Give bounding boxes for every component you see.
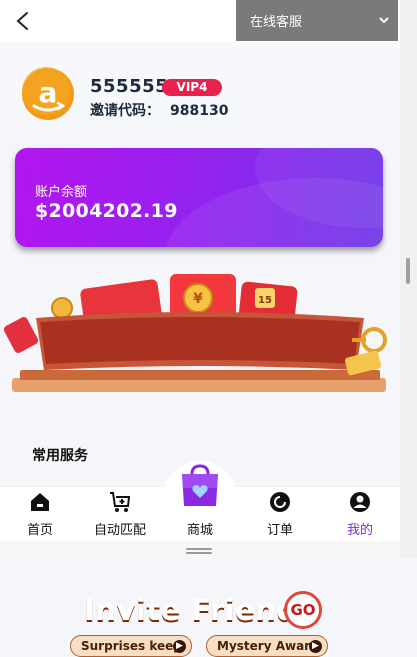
- balance-card[interactable]: 账户余额 $2004202.19: [15, 148, 383, 247]
- mystery-award-label: Mystery Award: [217, 639, 319, 653]
- banner-artwork: ¥ 15: [3, 274, 387, 392]
- tab-orders[interactable]: 订单: [240, 487, 320, 542]
- mystery-award-pill[interactable]: Mystery Award ▶: [206, 635, 328, 657]
- balance-amount: $2004202.19: [35, 200, 178, 222]
- invite-friends-banner[interactable]: ¥ 15 Invite Friends GO Surprises keep ▶ …: [0, 270, 400, 657]
- online-service-label: 在线客服: [250, 15, 303, 30]
- tab-auto-match[interactable]: 自动匹配: [80, 487, 160, 542]
- svg-text:¥: ¥: [193, 291, 203, 307]
- top-bar: 在线客服: [0, 0, 400, 42]
- svg-text:15: 15: [258, 295, 272, 306]
- arrow-right-icon: ▶: [173, 640, 186, 653]
- tab-mine[interactable]: 我的: [320, 487, 400, 542]
- home-indicator: [186, 548, 212, 550]
- online-service-select[interactable]: 在线客服: [236, 0, 398, 41]
- home-icon: [31, 493, 49, 511]
- common-services-title: 常用服务: [32, 448, 88, 464]
- tab-mine-label: 我的: [346, 523, 373, 538]
- banner-title: Invite Friends: [84, 593, 316, 627]
- surprises-keep-pill[interactable]: Surprises keep ▶: [70, 635, 192, 657]
- invite-code-row: 邀请代码： 988130: [90, 100, 228, 120]
- scrollbar[interactable]: [400, 0, 417, 558]
- invite-code-label: 邀请代码：: [90, 103, 160, 119]
- invite-code-value: 988130: [170, 103, 229, 119]
- bottom-tab-bar: 首页 自动匹配 商城 订单 我的: [0, 461, 400, 542]
- avatar[interactable]: a: [20, 66, 76, 122]
- surprises-keep-label: Surprises keep: [81, 639, 182, 653]
- tab-auto-match-label: 自动匹配: [93, 523, 146, 538]
- username: 555555: [90, 76, 169, 97]
- vip-badge: VIP4: [162, 79, 222, 96]
- tab-orders-label: 订单: [266, 523, 293, 538]
- cart-icon: [110, 492, 131, 512]
- go-button[interactable]: GO: [284, 591, 322, 629]
- tab-home-label: 首页: [26, 523, 53, 538]
- back-arrow-icon[interactable]: [12, 10, 34, 32]
- shop-bag-icon[interactable]: [176, 462, 224, 510]
- orders-icon: [270, 492, 290, 512]
- arrow-right-icon: ▶: [309, 640, 322, 653]
- user-icon: [350, 492, 370, 512]
- home-indicator: [186, 552, 212, 554]
- tab-home[interactable]: 首页: [0, 487, 80, 542]
- profile-section: a 555555 VIP4 邀请代码： 988130: [0, 42, 400, 134]
- tab-shop-label: 商城: [186, 523, 213, 538]
- svg-text:a: a: [39, 76, 58, 109]
- balance-label: 账户余额: [35, 185, 88, 200]
- scrollbar-thumb[interactable]: [406, 258, 410, 284]
- chevron-down-icon: [379, 17, 389, 24]
